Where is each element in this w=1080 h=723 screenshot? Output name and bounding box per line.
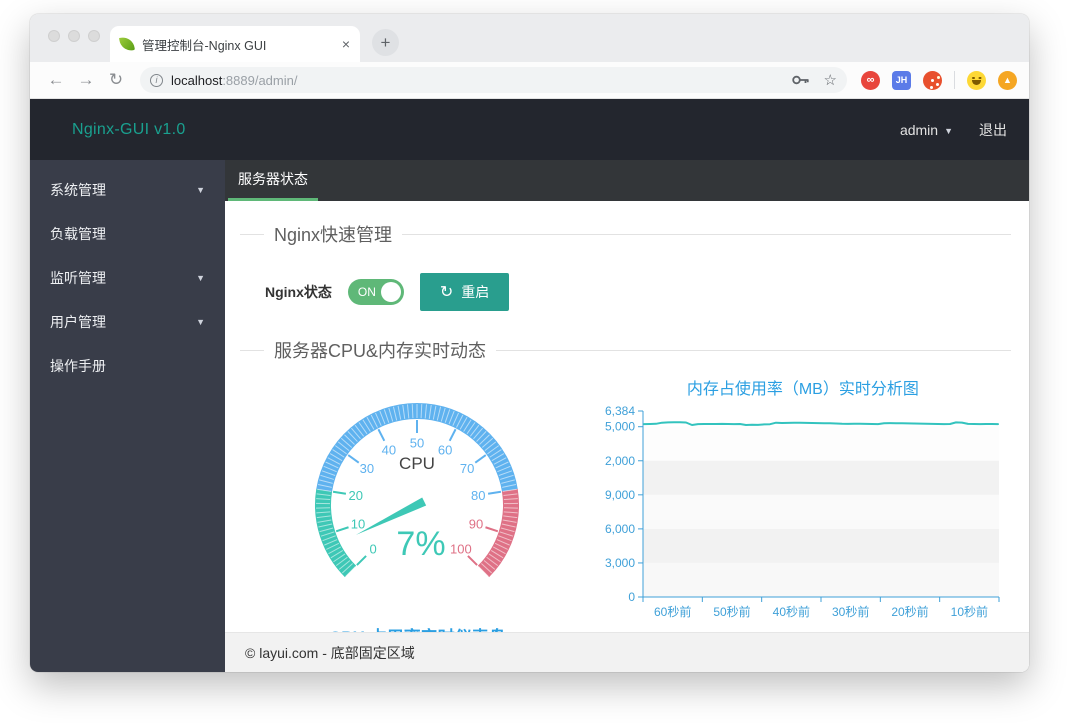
close-window-button[interactable] — [48, 30, 60, 42]
nginx-status-toggle[interactable]: ON — [348, 279, 404, 305]
sidebar-item-system[interactable]: 系统管理 ▼ — [30, 168, 225, 212]
browser-tab-active[interactable]: 管理控制台-Nginx GUI × — [110, 26, 360, 62]
svg-text:2,000: 2,000 — [605, 454, 635, 468]
svg-text:50: 50 — [410, 436, 424, 451]
sidebar: 系统管理 ▼ 负载管理 监听管理 ▼ 用户管理 ▼ 操作手册 — [30, 160, 225, 672]
extension-icons: ∞ JH ▲ — [861, 71, 1017, 90]
svg-text:9,000: 9,000 — [605, 488, 635, 502]
memory-line-chart: 6,384 5,000 2,000 9,000 6,000 3,000 0 60秒前 50秒前 4… — [593, 401, 1013, 632]
toggle-knob — [381, 282, 401, 302]
sidebar-item-listen[interactable]: 监听管理 ▼ — [30, 256, 225, 300]
jh-extension-icon[interactable]: JH — [892, 71, 911, 90]
memory-chart-panel: 内存占使用率（MB）实时分析图 6,384 5,000 2,000 9,000 6,00… — [595, 367, 1011, 632]
zoom-window-button[interactable] — [88, 30, 100, 42]
svg-text:40: 40 — [382, 442, 396, 457]
svg-text:60: 60 — [438, 442, 452, 457]
app-header: Nginx-GUI v1.0 admin▼ 退出 — [30, 99, 1029, 160]
section-title-quick-manage: Nginx快速管理 — [240, 221, 1011, 247]
svg-text:80: 80 — [471, 488, 485, 503]
svg-text:30秒前: 30秒前 — [832, 604, 869, 619]
svg-text:20秒前: 20秒前 — [891, 604, 928, 619]
address-bar[interactable]: i localhost:8889/admin/ ☆ — [140, 67, 847, 93]
chevron-down-icon: ▼ — [196, 317, 205, 327]
svg-text:100: 100 — [450, 541, 472, 556]
page-info-icon[interactable]: i — [150, 74, 163, 87]
refresh-icon: ↻ — [440, 282, 453, 302]
smiley-extension-icon[interactable] — [967, 71, 986, 90]
new-tab-button[interactable]: + — [372, 29, 399, 56]
svg-text:90: 90 — [469, 517, 483, 532]
url-host: localhost — [171, 73, 222, 88]
browser-toolbar: ← → ↻ i localhost:8889/admin/ ☆ ∞ JH ▲ — [30, 62, 1029, 99]
url-path: :8889/admin/ — [222, 73, 297, 88]
svg-text:3,000: 3,000 — [605, 556, 635, 570]
page-tabbar: 服务器状态 — [225, 160, 1029, 201]
nginx-status-label: Nginx状态 — [265, 282, 332, 302]
app-footer: © layui.com - 底部固定区域 — [225, 632, 1029, 672]
cpu-gauge-panel: 0 10 20 30 40 50 60 70 80 90 100 CPU 7% CPU 占用率实时仪表盘 — [240, 367, 595, 632]
chevron-down-icon: ▼ — [196, 273, 205, 283]
svg-text:20: 20 — [349, 488, 363, 503]
svg-text:50秒前: 50秒前 — [713, 604, 750, 619]
svg-text:70: 70 — [460, 461, 474, 476]
minimize-window-button[interactable] — [68, 30, 80, 42]
cpu-gauge-caption: CPU 占用率实时仪表盘 — [329, 623, 506, 632]
tab-title: 管理控制台-Nginx GUI — [142, 35, 334, 54]
leaf-favicon-icon — [119, 36, 135, 52]
forward-icon[interactable]: → — [74, 70, 98, 90]
svg-text:60秒前: 60秒前 — [654, 604, 691, 619]
reload-icon[interactable]: ↻ — [104, 70, 128, 90]
cpu-gauge-chart: 0 10 20 30 40 50 60 70 80 90 100 CPU 7% — [287, 393, 547, 621]
section-title-monitor: 服务器CPU&内存实时动态 — [240, 337, 1011, 363]
chevron-down-icon: ▼ — [196, 185, 205, 195]
sidebar-item-manual[interactable]: 操作手册 — [30, 344, 225, 388]
password-key-icon[interactable] — [792, 74, 810, 86]
svg-text:6,000: 6,000 — [605, 522, 635, 536]
sidebar-item-load[interactable]: 负载管理 — [30, 212, 225, 256]
svg-text:6,384: 6,384 — [605, 404, 635, 418]
svg-text:30: 30 — [360, 461, 374, 476]
tab-server-status[interactable]: 服务器状态 — [228, 160, 318, 201]
toolbar-separator — [954, 71, 955, 89]
browser-tabstrip: 管理控制台-Nginx GUI × + — [30, 14, 1029, 62]
svg-text:7%: 7% — [397, 525, 446, 563]
page-content: Nginx快速管理 Nginx状态 ON ↻ 重启 服 — [225, 201, 1029, 632]
svg-text:40秒前: 40秒前 — [772, 604, 809, 619]
logout-link[interactable]: 退出 — [979, 120, 1007, 140]
infinity-extension-icon[interactable]: ∞ — [861, 71, 880, 90]
restart-button[interactable]: ↻ 重启 — [420, 273, 509, 311]
url-text[interactable]: localhost:8889/admin/ — [171, 73, 784, 88]
memory-chart-title: 内存占使用率（MB）实时分析图 — [687, 375, 919, 399]
user-menu[interactable]: admin▼ — [900, 122, 953, 138]
app-brand[interactable]: Nginx-GUI v1.0 — [72, 121, 186, 139]
browser-window: 管理控制台-Nginx GUI × + ← → ↻ i localhost:88… — [30, 14, 1029, 672]
svg-text:0: 0 — [628, 590, 635, 604]
back-icon[interactable]: ← — [44, 70, 68, 90]
window-controls[interactable] — [48, 30, 100, 42]
tab-close-icon[interactable]: × — [342, 36, 350, 52]
dots-extension-icon[interactable] — [923, 71, 942, 90]
svg-text:5,000: 5,000 — [605, 420, 635, 434]
svg-text:0: 0 — [370, 541, 377, 556]
svg-text:10: 10 — [351, 517, 365, 532]
arrow-up-extension-icon[interactable]: ▲ — [998, 71, 1017, 90]
nginx-status-row: Nginx状态 ON ↻ 重启 — [265, 273, 1011, 311]
sidebar-item-user[interactable]: 用户管理 ▼ — [30, 300, 225, 344]
bookmark-star-icon[interactable]: ☆ — [824, 71, 837, 89]
svg-text:CPU: CPU — [399, 454, 435, 473]
chevron-down-icon: ▼ — [944, 126, 953, 136]
svg-text:10秒前: 10秒前 — [950, 604, 987, 619]
